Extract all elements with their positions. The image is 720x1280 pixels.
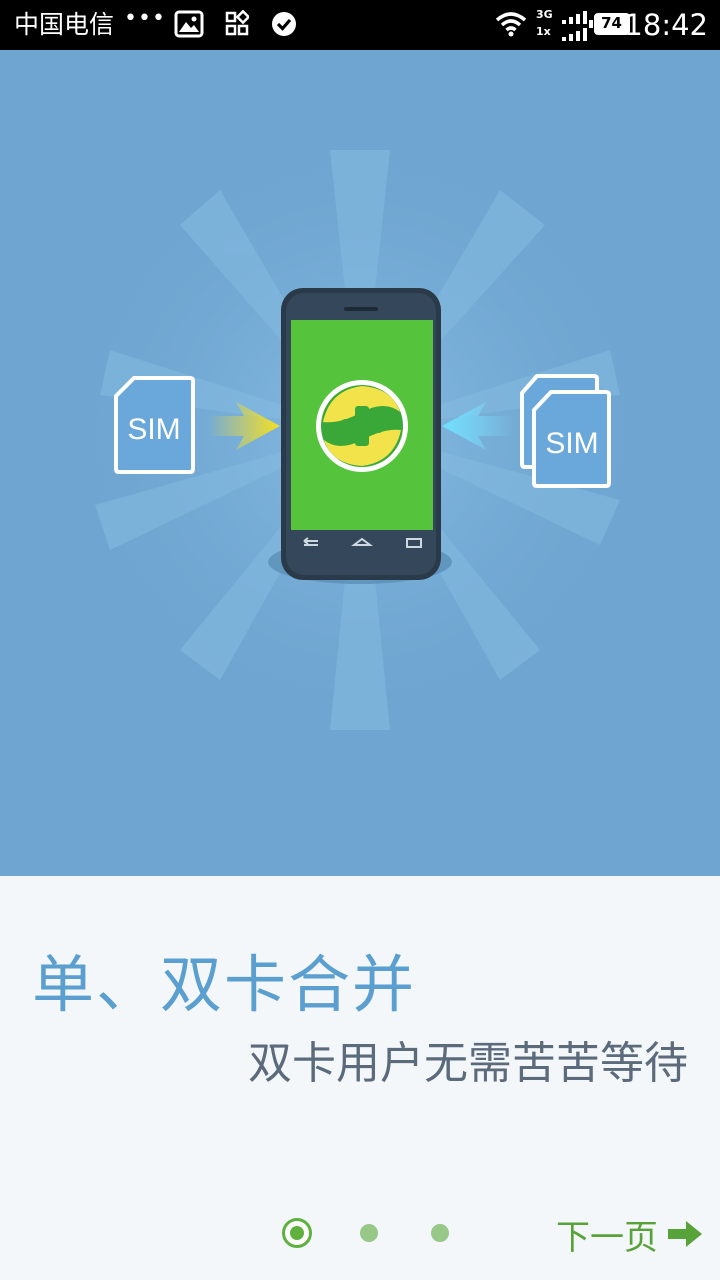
dual-sim-illustration: SIM SIM — [60, 130, 660, 730]
hero-illustration: SIM SIM — [0, 50, 720, 876]
page-subtitle: 双卡用户无需苦苦等待 — [248, 1038, 688, 1089]
more-notifications-indicator: ••• — [124, 6, 166, 31]
page-title: 单、双卡合并 — [32, 948, 417, 1021]
page-dot-2[interactable] — [360, 1224, 378, 1242]
phone-device — [281, 288, 441, 580]
left-sim-label: SIM — [127, 413, 180, 446]
page-indicator — [280, 1216, 460, 1252]
left-sim-card: SIM — [114, 376, 195, 474]
clock-time: 18:42 — [624, 8, 708, 42]
security-app-logo-icon — [316, 380, 408, 472]
signal-strength-icon — [562, 11, 587, 41]
page-dot-1-active[interactable] — [282, 1218, 312, 1248]
network-type-indicator: 3G 1x — [536, 8, 553, 42]
next-page-label: 下一页 — [556, 1217, 658, 1258]
carrier-name: 中国电信 — [14, 10, 115, 39]
right-sim-cards: SIM — [520, 374, 611, 488]
right-sim-label: SIM — [545, 427, 598, 460]
battery-level: 74 — [601, 14, 622, 32]
page-dot-3[interactable] — [431, 1224, 449, 1242]
intro-text-panel: 单、双卡合并 双卡用户无需苦苦等待 下一页 — [0, 876, 720, 1280]
arrow-right-icon — [668, 1221, 702, 1247]
network-type-top: 3G — [536, 8, 553, 21]
network-type-bottom: 1x — [536, 25, 551, 38]
gallery-icon — [174, 10, 204, 38]
check-circle-icon — [272, 12, 296, 36]
wifi-icon — [495, 12, 527, 37]
apps-grid-icon — [225, 10, 249, 36]
status-bar: 中国电信 ••• 3G 1x 74 18:42 — [0, 0, 720, 50]
next-page-button[interactable]: 下一页 — [556, 1212, 702, 1258]
